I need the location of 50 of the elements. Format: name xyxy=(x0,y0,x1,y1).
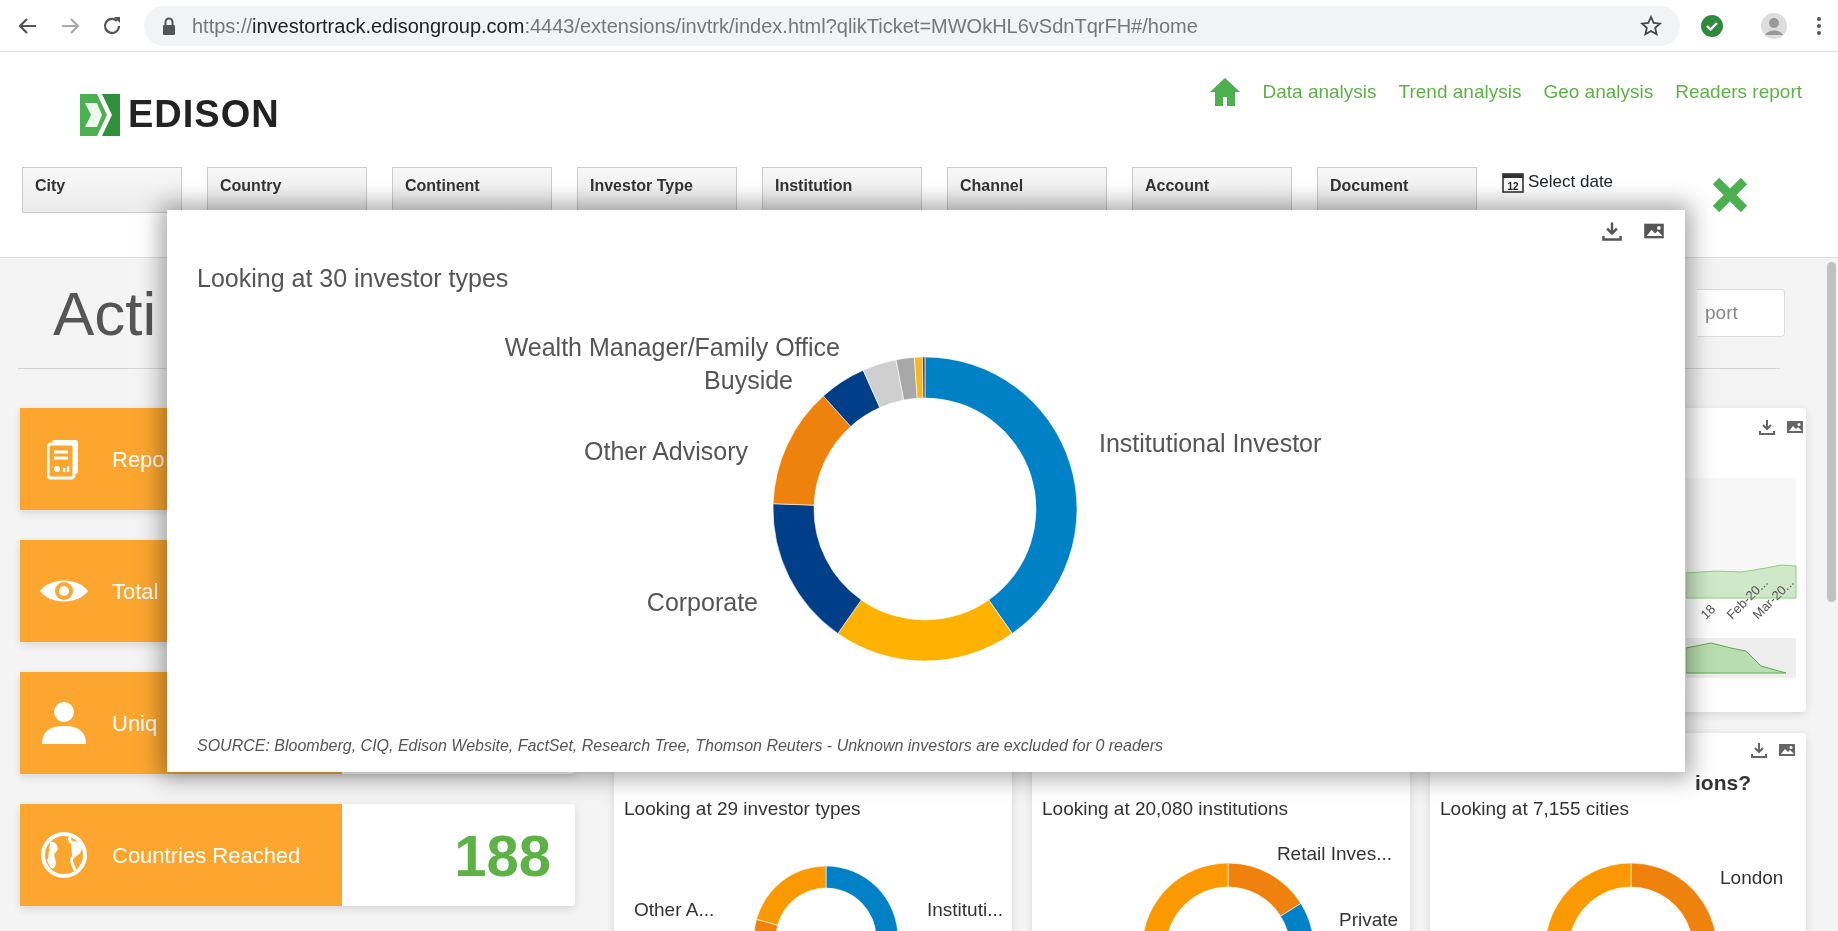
filter-dropdown[interactable]: Continent xyxy=(392,167,552,213)
chart-title: Looking at 30 investor types xyxy=(197,263,510,294)
card-title: ions? xyxy=(1695,771,1751,794)
check-icon[interactable] xyxy=(1700,13,1724,38)
download-icon[interactable] xyxy=(1758,418,1776,436)
source-note: SOURCE: Bloomberg, CIQ, Edison Website, FactSet, Research Tree, Thomson Reuters - Unknown investors are excluded for 0 readers xyxy=(197,736,1165,756)
lock-icon xyxy=(162,16,176,35)
card-subtitle: Looking at 20,080 institutions xyxy=(1042,797,1290,821)
menu-icon[interactable] xyxy=(1816,14,1822,37)
kpi-label: Uniq xyxy=(112,709,158,738)
search-field[interactable]: port xyxy=(1697,289,1785,337)
image-icon[interactable] xyxy=(1786,418,1804,436)
slice-label: Buyside xyxy=(704,365,793,394)
slice-label: London xyxy=(1720,866,1784,888)
logo-text: EDISON xyxy=(128,92,280,137)
slice-label: Corporate xyxy=(646,587,758,616)
kpi-label: Countries Reached xyxy=(112,841,301,870)
date-filter[interactable]: Select date xyxy=(1528,169,1614,195)
filter-dropdown[interactable]: Document xyxy=(1317,167,1477,213)
home-icon[interactable] xyxy=(1208,76,1241,108)
kpi-label: Repo xyxy=(112,445,165,474)
axis-label: 18 xyxy=(1697,601,1719,623)
download-icon[interactable] xyxy=(1750,741,1768,759)
card-subtitle: Looking at 29 investor types xyxy=(624,797,862,821)
user-icon xyxy=(42,702,86,744)
slice-label: Private xyxy=(1339,908,1399,930)
slice-label: Other Advisory xyxy=(584,436,748,465)
globe-icon xyxy=(41,832,87,878)
scrollbar[interactable] xyxy=(1827,262,1836,602)
slice-label: Institutional Investor xyxy=(1099,428,1322,457)
avatar-icon[interactable] xyxy=(1760,11,1788,40)
star-icon[interactable] xyxy=(1640,14,1662,37)
slice-label: Wealth Manager/Family Office xyxy=(504,332,840,361)
kpi-label: Total xyxy=(112,577,159,606)
filter-dropdown[interactable]: Country xyxy=(207,167,367,213)
filter-dropdown[interactable]: City xyxy=(22,167,182,213)
card-subtitle: Looking at 7,155 cities xyxy=(1440,797,1631,821)
download-icon[interactable] xyxy=(1601,220,1623,242)
filter-dropdown[interactable]: Channel xyxy=(947,167,1107,213)
slice-label: Retail Inves... xyxy=(1276,842,1392,864)
logo-icon xyxy=(80,93,120,136)
page-title: Acti xyxy=(53,277,157,350)
calendar-icon[interactable]: 12 xyxy=(1502,170,1524,193)
kpi-value: 188 xyxy=(454,821,551,890)
filter-dropdown[interactable]: Investor Type xyxy=(577,167,737,213)
filter-dropdown[interactable]: Account xyxy=(1132,167,1292,213)
image-icon[interactable] xyxy=(1778,741,1796,759)
filter-dropdown[interactable]: Institution xyxy=(762,167,922,213)
slice-label: Instituti... xyxy=(927,898,1002,920)
slice-label: Other A... xyxy=(634,898,715,920)
